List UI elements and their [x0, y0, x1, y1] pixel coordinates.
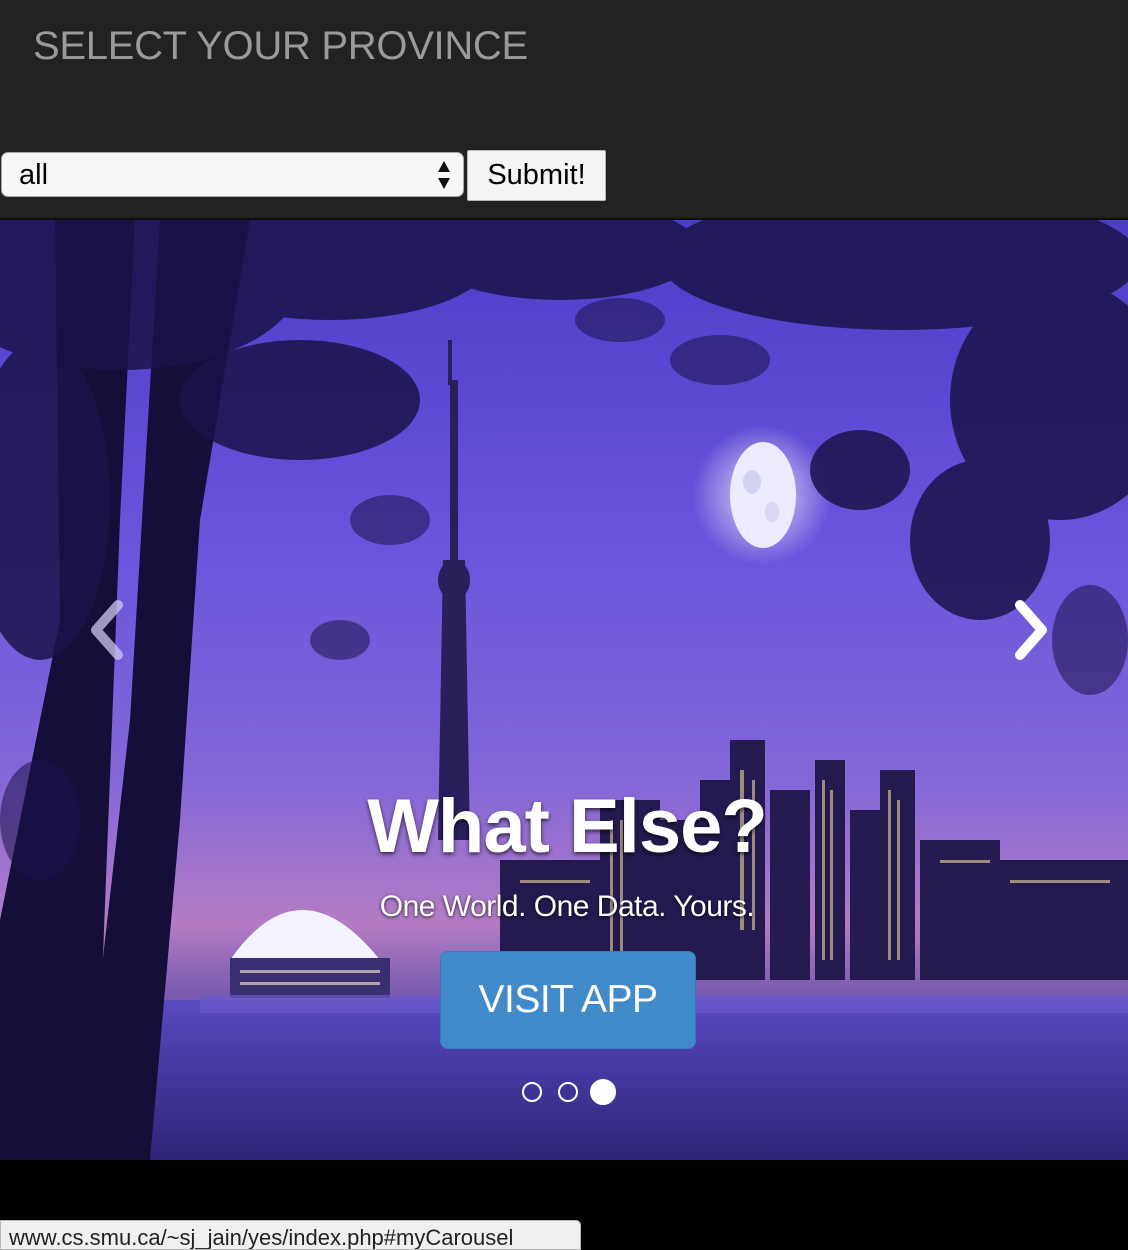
carousel-indicator-2[interactable]	[558, 1082, 578, 1102]
province-select-value: all	[19, 159, 49, 191]
carousel: What Else? One World. One Data. Yours. V…	[0, 220, 1128, 1160]
caption-title: What Else?	[367, 784, 768, 869]
carousel-next-icon[interactable]	[1000, 590, 1060, 670]
carousel-indicators	[520, 1079, 620, 1108]
carousel-prev-icon[interactable]	[78, 590, 138, 670]
select-arrows-icon	[438, 161, 450, 189]
province-select[interactable]: all	[1, 152, 464, 197]
carousel-indicator-1[interactable]	[522, 1082, 542, 1102]
caption-text: One World. One Data. Yours.	[379, 890, 755, 923]
carousel-indicator-3[interactable]	[590, 1079, 616, 1105]
page-title: SELECT YOUR PROVINCE	[33, 24, 528, 68]
submit-button[interactable]: Submit!	[467, 150, 606, 201]
visit-app-button[interactable]: VISIT APP	[440, 951, 696, 1049]
header-bar: SELECT YOUR PROVINCE all Submit!	[0, 0, 1128, 220]
status-bar-url: www.cs.smu.ca/~sj_jain/yes/index.php#myC…	[0, 1220, 581, 1250]
